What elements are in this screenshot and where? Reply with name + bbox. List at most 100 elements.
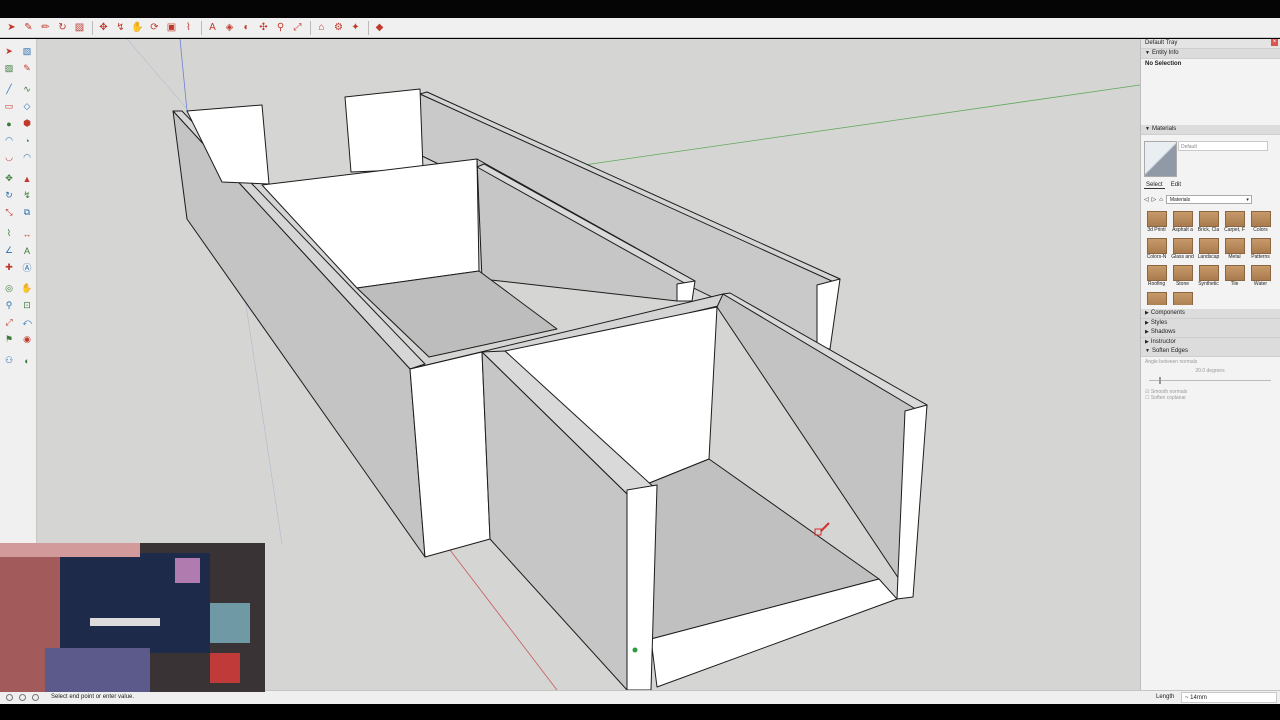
panel-instructor[interactable]: ▶ Instructor [1141, 337, 1280, 348]
component-icon[interactable]: ▣ [164, 20, 179, 35]
panel-components[interactable]: ▶ Components [1141, 309, 1280, 319]
protractor-icon[interactable]: ∠ [3, 244, 16, 257]
select-icon[interactable]: ➤ [4, 20, 19, 35]
paint-icon[interactable]: ◈ [222, 20, 237, 35]
three-point-arc-icon[interactable]: ◠ [21, 151, 34, 164]
material-folder-13[interactable]: Tile [1222, 263, 1247, 289]
current-material-swatch[interactable] [1144, 141, 1177, 177]
paint-bucket-icon[interactable]: ▨ [72, 20, 87, 35]
text-label-icon[interactable]: A [205, 20, 220, 35]
material-folder-2[interactable]: Brick, Cla [1196, 209, 1221, 235]
material-folder-3[interactable]: Carpet, F [1222, 209, 1247, 235]
select-icon[interactable]: ➤ [3, 45, 16, 58]
orbit-icon[interactable]: ◎ [3, 282, 16, 295]
material-folder-14[interactable]: Water [1248, 263, 1273, 289]
material-folder-8[interactable]: Metal [1222, 236, 1247, 262]
rotated-rectangle-icon[interactable]: ◇ [21, 100, 34, 113]
warehouse-icon[interactable]: ⌂ [314, 20, 329, 35]
two-point-arc-icon[interactable]: ◡ [3, 151, 16, 164]
extension-store-icon[interactable]: ✦ [348, 20, 363, 35]
folder-icon [1250, 211, 1271, 227]
dimension-icon[interactable]: ↔ [21, 227, 34, 240]
material-name-field[interactable]: Default [1178, 141, 1268, 151]
section-plane-icon[interactable]: ◐ [21, 354, 34, 367]
panel-styles[interactable]: ▶ Styles [1141, 318, 1280, 329]
move-icon[interactable]: ✥ [96, 20, 111, 35]
freehand-icon[interactable]: ∿ [21, 83, 34, 96]
scale-icon[interactable]: ⤡ [3, 206, 16, 219]
zoom-icon[interactable]: ⚲ [273, 20, 288, 35]
text-icon[interactable]: A [21, 244, 34, 257]
refresh-icon[interactable]: ⟳ [147, 20, 162, 35]
offset-icon[interactable]: ⧉ [21, 206, 34, 219]
material-folder-9[interactable]: Patterns [1248, 236, 1273, 262]
zoom-extents-icon[interactable]: ⤢ [290, 20, 305, 35]
eraser-icon[interactable]: ✎ [21, 20, 36, 35]
rectangle-icon[interactable]: ▭ [3, 100, 16, 113]
entity-info-header[interactable]: ▼ Entity Info [1141, 49, 1280, 59]
tape-measure-icon[interactable]: ⌇ [3, 227, 16, 240]
look-around-icon[interactable]: ◉ [21, 333, 34, 346]
material-folder-15[interactable]: Window [1144, 290, 1169, 305]
material-library-select[interactable]: Materials ▾ [1165, 195, 1252, 204]
make-component-icon[interactable]: ▧ [21, 45, 34, 58]
angle-slider[interactable] [1149, 377, 1271, 384]
ruby-icon[interactable]: ◆ [372, 20, 387, 35]
material-folder-7[interactable]: Landscap [1196, 236, 1221, 262]
line-icon[interactable]: ╱ [3, 83, 16, 96]
walk-icon[interactable]: ⚇ [3, 354, 16, 367]
panel-shadows[interactable]: ▶ Shadows [1141, 328, 1280, 338]
tape-measure-icon[interactable]: ⌇ [181, 20, 196, 35]
circle-icon[interactable]: ● [3, 117, 16, 130]
tab-edit[interactable]: Edit [1169, 182, 1183, 189]
home-icon[interactable]: ⌂ [1159, 197, 1163, 203]
back-arrow-icon[interactable]: ◁ [1144, 196, 1149, 203]
material-folder-6[interactable]: Glass and [1170, 236, 1195, 262]
materials-header[interactable]: ▼ Materials [1141, 125, 1280, 135]
slider-handle[interactable] [1159, 377, 1161, 384]
axes-icon[interactable]: ✚ [3, 261, 16, 274]
material-folder-10[interactable]: Roofing [1144, 263, 1169, 289]
pencil-line-icon[interactable]: ✏ [38, 20, 53, 35]
pan-icon[interactable]: ✣ [256, 20, 271, 35]
forward-arrow-icon[interactable]: ▷ [1152, 196, 1157, 203]
material-folder-4[interactable]: Colors [1248, 209, 1273, 235]
zoom-window-icon[interactable]: ⊡ [21, 299, 34, 312]
zoom-icon[interactable]: ⚲ [3, 299, 16, 312]
user-icon[interactable] [32, 694, 39, 701]
extension-icon[interactable]: ⚙ [331, 20, 346, 35]
material-folder-0[interactable]: 3d Printi [1144, 209, 1169, 235]
eraser-icon[interactable]: ✎ [21, 62, 34, 75]
position-camera-icon[interactable]: ⚑ [3, 333, 16, 346]
rotate-orbit-icon[interactable]: ↻ [55, 20, 70, 35]
close-icon[interactable]: × [1271, 39, 1278, 46]
move-icon[interactable]: ✥ [3, 172, 16, 185]
material-folder-1[interactable]: Asphalt a [1170, 209, 1195, 235]
follow-me-icon[interactable]: ↯ [113, 20, 128, 35]
material-folder-12[interactable]: Synthetic [1196, 263, 1221, 289]
arc-icon[interactable]: ◠ [3, 134, 16, 147]
pan-icon[interactable]: ✋ [21, 282, 34, 295]
material-folder-11[interactable]: Stone [1170, 263, 1195, 289]
zoom-extents-icon[interactable]: ⤢ [3, 316, 16, 329]
paint-bucket-icon[interactable]: ▨ [3, 62, 16, 75]
three-d-text-icon[interactable]: Ⓐ [21, 261, 34, 274]
soften-coplanar-option[interactable]: ☐ Soften coplanar [1145, 395, 1275, 401]
pie-icon[interactable]: ◔ [21, 134, 34, 147]
rotate-icon[interactable]: ↻ [3, 189, 16, 202]
blue-axis [179, 39, 188, 112]
material-folder-5[interactable]: Colors-N [1144, 236, 1169, 262]
measurements-box[interactable]: ~ 14mm [1181, 692, 1277, 703]
previous-view-icon[interactable]: ⤺ [21, 316, 34, 329]
tab-select[interactable]: Select [1144, 182, 1165, 189]
material-folder-label: Synthetic [1198, 281, 1219, 287]
follow-me-icon[interactable]: ↯ [21, 189, 34, 202]
material-folder-16[interactable]: Wood [1170, 290, 1195, 305]
polygon-icon[interactable]: ⬢ [21, 117, 34, 130]
panel-soften-edges[interactable]: ▼ Soften Edges [1141, 347, 1280, 357]
push-pull-icon[interactable]: ▲ [21, 172, 34, 185]
pan-hand-icon[interactable]: ✋ [130, 20, 145, 35]
geolocation-icon[interactable] [6, 694, 13, 701]
credits-icon[interactable] [19, 694, 26, 701]
section-plane-icon[interactable]: ◐ [239, 20, 254, 35]
